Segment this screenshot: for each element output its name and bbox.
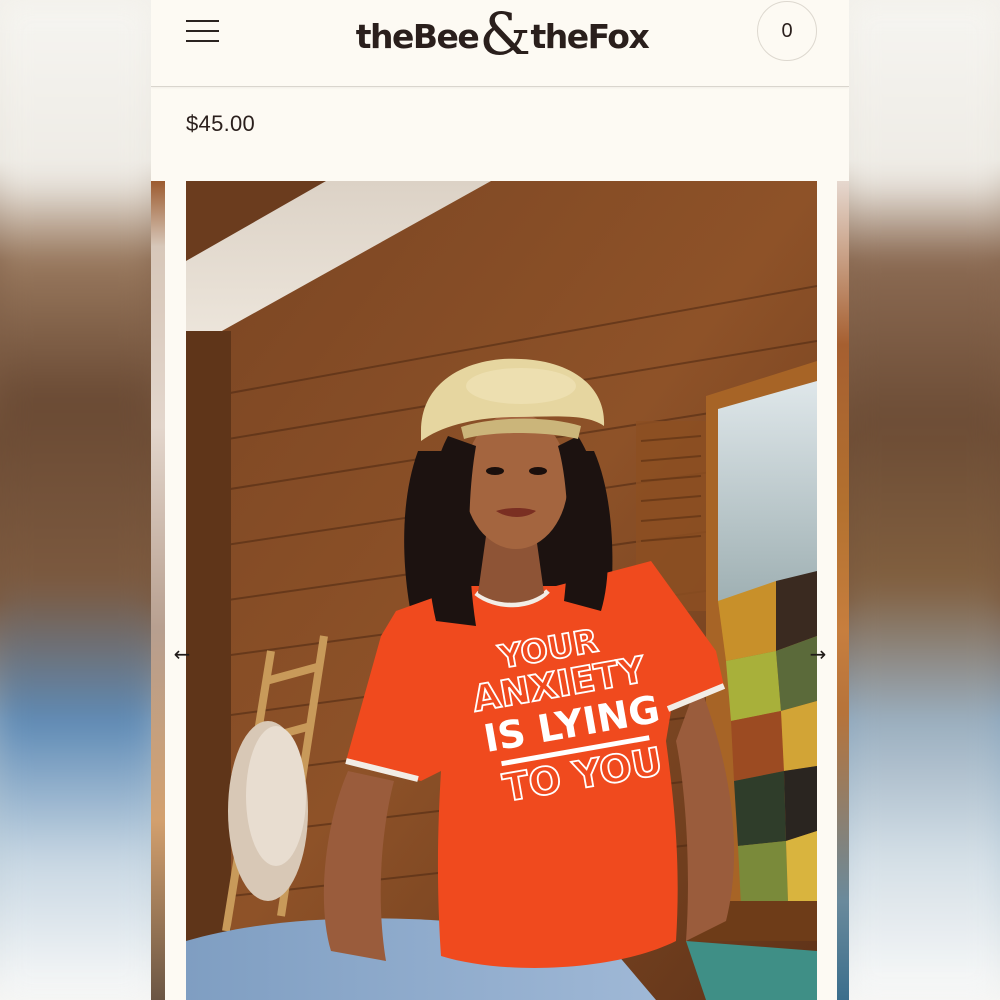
logo-text-fox: theFox: [530, 16, 649, 56]
blurred-backdrop-left: [0, 0, 152, 1000]
previous-slide-peek: [151, 181, 165, 1000]
cart-count: 0: [781, 19, 793, 42]
brand-logo[interactable]: theBee & theFox: [356, 0, 650, 68]
logo-text-bee: theBee: [355, 16, 480, 56]
blurred-backdrop-right: [848, 0, 1000, 1000]
site-header: theBee & theFox 0: [151, 0, 849, 87]
next-slide-peek: [837, 181, 849, 1000]
cart-button[interactable]: 0: [757, 1, 817, 61]
arrow-left-icon[interactable]: ←: [169, 641, 195, 667]
product-photo: YOUR ANXIETY IS LYING TO YOU: [186, 181, 817, 1000]
hamburger-menu-icon[interactable]: [186, 20, 219, 42]
product-price: $45.00: [186, 111, 256, 136]
next-arrow-glyph: →: [809, 642, 827, 666]
mobile-page: ★★★★★Review theBee&theFox 0 $45.00: [151, 0, 849, 1000]
logo-ampersand: &: [479, 0, 531, 68]
prev-arrow-glyph: ←: [173, 642, 191, 666]
product-image[interactable]: YOUR ANXIETY IS LYING TO YOU: [186, 181, 817, 1000]
arrow-right-icon[interactable]: →: [805, 641, 831, 667]
